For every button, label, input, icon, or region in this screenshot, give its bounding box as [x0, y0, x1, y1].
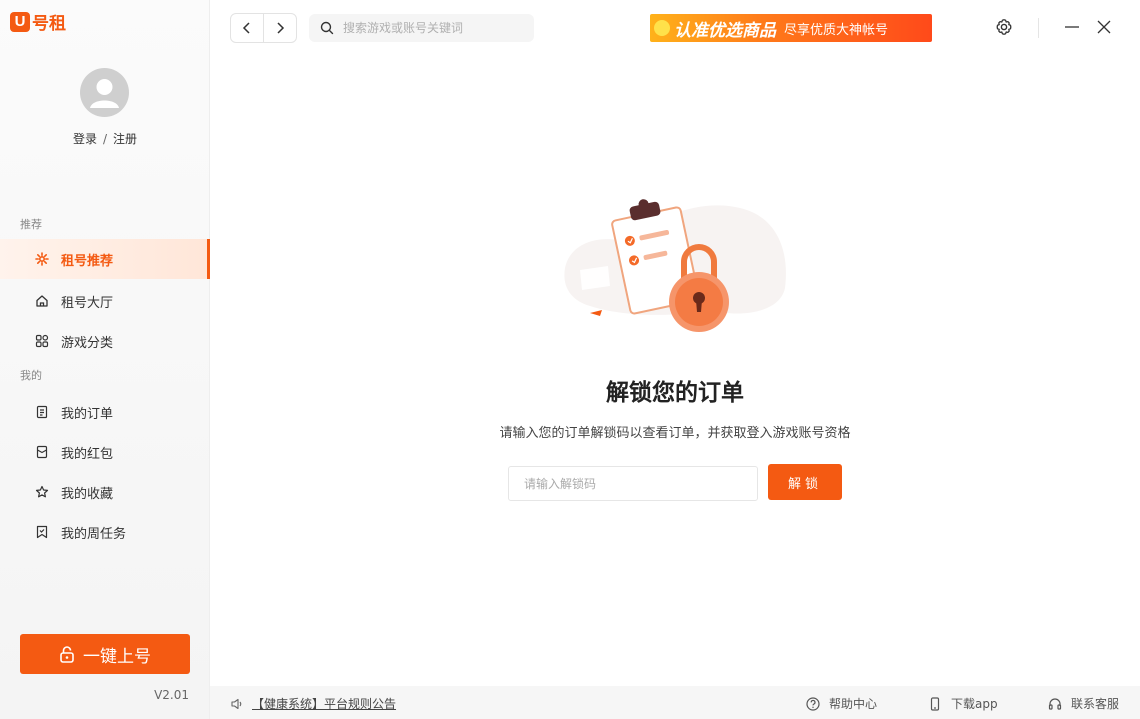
gear-icon [996, 19, 1012, 35]
help-center-link[interactable]: 帮助中心 [806, 695, 877, 712]
logo-text: 号租 [32, 14, 66, 34]
sidebar-item-label: 我的周任务 [61, 526, 127, 542]
toolbar-divider [1038, 18, 1039, 38]
sidebar-item-label: 我的收藏 [61, 486, 114, 502]
one-click-label: 一键上号 [83, 646, 151, 667]
forward-button[interactable] [264, 14, 296, 42]
red-packet-icon [35, 445, 49, 459]
sidebar-item-rent-recommend[interactable]: 租号推荐 [0, 239, 210, 279]
page-subtitle: 请输入您的订单解锁码以查看订单，并获取登入游戏账号资格 [499, 426, 851, 441]
app-logo: U 号租 [10, 9, 66, 34]
home-icon [35, 294, 49, 308]
sidebar-item-favorites[interactable]: 我的收藏 [0, 472, 210, 512]
logo-mark: U [10, 11, 30, 32]
app-window: U 号租 登录 / 注册 推荐 租号推荐 租号大厅 游戏分类 我的 我的订单 我… [0, 0, 1140, 719]
minimize-icon [1065, 26, 1079, 28]
chevron-left-icon [242, 22, 250, 34]
help-circle-icon [806, 696, 820, 711]
sidebar-item-label: 租号推荐 [61, 253, 114, 269]
lock-icon [59, 645, 75, 663]
section-label-mine: 我的 [20, 369, 42, 382]
document-icon [35, 405, 49, 419]
customer-service-label: 联系客服 [1071, 697, 1120, 711]
minimize-button[interactable] [1064, 18, 1080, 36]
sidebar-item-my-orders[interactable]: 我的订单 [0, 392, 210, 432]
sidebar-item-rent-hall[interactable]: 租号大厅 [0, 281, 210, 321]
avatar[interactable] [80, 68, 129, 117]
sidebar-item-label: 游戏分类 [61, 335, 114, 351]
close-icon [1097, 20, 1111, 34]
sidebar: U 号租 登录 / 注册 推荐 租号推荐 租号大厅 游戏分类 我的 我的订单 我… [0, 0, 210, 719]
task-flag-icon [35, 525, 49, 539]
headset-icon [1048, 697, 1062, 711]
chevron-right-icon [277, 22, 285, 34]
star-icon [35, 485, 49, 499]
settings-button[interactable] [995, 18, 1013, 36]
search-input[interactable] [343, 21, 523, 35]
customer-service-link[interactable]: 联系客服 [1048, 695, 1119, 712]
history-nav [230, 13, 297, 43]
search-icon [320, 21, 334, 35]
sidebar-item-label: 租号大厅 [61, 295, 114, 311]
sidebar-item-game-category[interactable]: 游戏分类 [0, 321, 210, 361]
footer-bar: 【健康系统】平台规则公告 帮助中心 下载app 联系客服 [210, 686, 1140, 719]
back-button[interactable] [231, 14, 264, 42]
sidebar-item-weekly-tasks[interactable]: 我的周任务 [0, 512, 210, 552]
coin-icon [654, 20, 670, 36]
gear-flower-icon [35, 252, 49, 266]
grid-icon [35, 334, 49, 348]
unlock-code-input[interactable] [508, 466, 758, 501]
login-register: 登录 / 注册 [0, 130, 210, 147]
one-click-login-button[interactable]: 一键上号 [20, 634, 190, 674]
sidebar-item-red-packet[interactable]: 我的红包 [0, 432, 210, 472]
locked-order-illustration [564, 199, 786, 332]
announcement-text: 【健康系统】平台规则公告 [252, 697, 397, 711]
unlock-button[interactable]: 解锁 [768, 464, 842, 500]
user-silhouette-icon [90, 79, 119, 108]
mobile-phone-icon [928, 696, 942, 711]
page-title: 解锁您的订单 [606, 380, 744, 406]
sidebar-item-label: 我的订单 [61, 406, 114, 422]
close-button[interactable] [1096, 18, 1112, 36]
banner-sub-text: 尽享优质大神帐号 [784, 22, 889, 38]
download-app-label: 下载app [951, 697, 998, 711]
banner-main-text: 认准优选商品 [674, 20, 776, 41]
search-bar [309, 14, 534, 42]
help-center-label: 帮助中心 [829, 697, 878, 711]
promo-banner[interactable]: 认准优选商品 尽享优质大神帐号 [650, 14, 932, 42]
speaker-icon [231, 698, 242, 709]
register-link[interactable]: 注册 [113, 132, 137, 146]
announcement-link[interactable]: 【健康系统】平台规则公告 [230, 695, 396, 712]
section-label-recommend: 推荐 [20, 218, 42, 231]
version-label: V2.01 [154, 688, 189, 702]
login-link[interactable]: 登录 [73, 132, 97, 146]
sidebar-item-label: 我的红包 [61, 446, 114, 462]
login-separator: / [102, 132, 108, 146]
download-app-link[interactable]: 下载app [928, 695, 998, 712]
